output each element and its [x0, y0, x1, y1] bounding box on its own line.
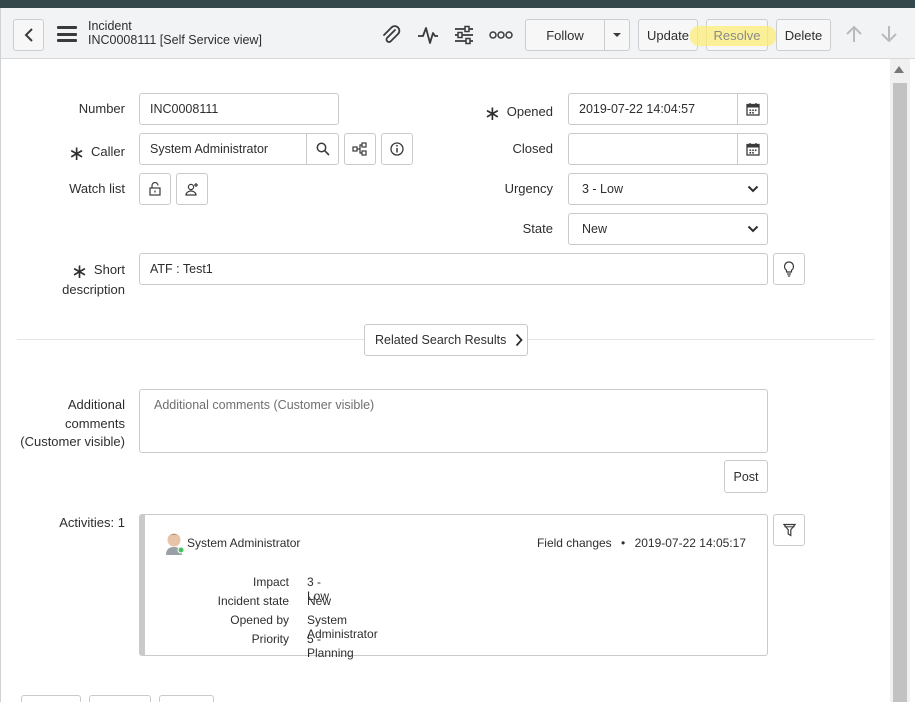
additional-comments-label: Additional comments (Customer visible) — [11, 396, 125, 452]
additional-comments-textarea[interactable]: Additional comments (Customer visible) — [139, 389, 768, 453]
activity-field-value: 5 - Planning — [307, 632, 354, 660]
vertical-scrollbar[interactable] — [890, 59, 910, 702]
chevron-down-icon — [747, 185, 759, 193]
activity-meta: Field changes • 2019-07-22 14:05:17 — [537, 536, 746, 550]
caller-label: ∗ Caller — [41, 141, 125, 166]
additional-comments-label-line1: Additional — [67, 397, 125, 412]
activity-entry: System Administrator Field changes • 201… — [139, 514, 768, 660]
hierarchy-icon — [352, 142, 367, 156]
caller-info-button[interactable] — [381, 133, 413, 165]
follow-button[interactable]: Follow — [525, 19, 605, 51]
activity-pulse-icon[interactable] — [416, 23, 440, 47]
related-search-results-button[interactable]: Related Search Results — [364, 324, 528, 356]
previous-record-arrow-icon[interactable] — [842, 22, 866, 46]
caller-label-text: Caller — [91, 144, 125, 159]
opened-label-text: Opened — [506, 104, 553, 119]
additional-comments-label-line3: (Customer visible) — [20, 434, 125, 449]
closed-field[interactable] — [568, 133, 738, 165]
caret-down-icon — [613, 33, 621, 37]
additional-comments-label-line2: comments — [65, 415, 125, 431]
next-record-arrow-icon[interactable] — [877, 22, 901, 46]
scrollbar-thumb[interactable] — [893, 83, 907, 702]
incident-form-frame: Incident INC0008111 [Self Service view] — [0, 8, 915, 702]
add-me-watch-list-button[interactable] — [176, 173, 208, 205]
opened-calendar-button[interactable] — [737, 93, 768, 125]
urgency-selected-value: 3 - Low — [582, 182, 623, 196]
activity-field-key: Incident state — [217, 594, 289, 608]
suggestion-button[interactable] — [773, 253, 805, 285]
back-button[interactable] — [13, 19, 44, 51]
activity-timestamp: 2019-07-22 14:05:17 — [634, 536, 746, 550]
chevron-right-icon — [516, 333, 524, 347]
calendar-icon — [745, 143, 760, 156]
related-search-label: Related Search Results — [375, 333, 507, 347]
number-label: Number — [78, 101, 125, 116]
short-description-label-line2: description — [62, 282, 125, 297]
search-icon — [316, 142, 330, 156]
urgency-select[interactable]: 3 - Low — [568, 173, 768, 205]
urgency-label: Urgency — [504, 181, 553, 196]
paperclip-icon[interactable] — [379, 23, 403, 47]
unlock-icon — [149, 182, 161, 196]
state-label: State — [522, 221, 553, 236]
caller-field[interactable]: System Administrator — [139, 133, 307, 165]
info-icon — [390, 142, 404, 156]
avatar — [165, 531, 185, 555]
activity-user: System Administrator — [187, 536, 301, 550]
resolve-label: Resolve — [713, 27, 761, 43]
watch-list-lock-button[interactable] — [139, 173, 171, 205]
hamburger-menu-icon[interactable] — [57, 26, 77, 42]
resolve-button[interactable]: Resolve — [690, 19, 776, 51]
bottom-resolve-button[interactable] — [89, 695, 151, 702]
caller-lookup-button[interactable] — [306, 133, 339, 165]
chevron-left-icon — [24, 28, 33, 42]
form-title: Incident INC0008111 [Self Service view] — [88, 19, 262, 47]
closed-label: Closed — [512, 141, 553, 156]
form-header: Incident INC0008111 [Self Service view] — [1, 8, 915, 59]
activity-field-value: New — [307, 594, 332, 608]
required-asterisk-icon: ∗ — [483, 103, 501, 125]
number-field[interactable]: INC0008111 — [139, 93, 339, 125]
state-select[interactable]: New — [568, 213, 768, 245]
required-asterisk-icon: ∗ — [68, 143, 86, 165]
scroll-up-arrow-icon[interactable] — [894, 66, 904, 73]
activity-field-key: Priority — [251, 632, 289, 646]
state-selected-value: New — [582, 222, 608, 236]
watch-list-label: Watch list — [69, 181, 125, 196]
bottom-delete-button[interactable] — [159, 695, 214, 702]
required-asterisk-icon: ∗ — [71, 261, 88, 283]
update-button[interactable]: Update — [638, 19, 698, 51]
caller-hierarchy-button[interactable] — [344, 133, 376, 165]
chevron-down-icon — [747, 225, 759, 233]
follow-dropdown-button[interactable] — [604, 19, 630, 51]
short-description-label: ∗ Short description — [31, 261, 125, 299]
filter-icon — [782, 523, 796, 537]
more-options-icon[interactable] — [489, 23, 513, 47]
window-top-stripe — [0, 0, 915, 8]
record-subtitle: INC0008111 [Self Service view] — [88, 33, 262, 47]
page-title: Incident — [88, 19, 132, 33]
closed-calendar-button[interactable] — [737, 133, 768, 165]
calendar-icon — [745, 103, 760, 116]
short-description-field[interactable]: ATF : Test1 — [139, 253, 768, 285]
bottom-update-button[interactable] — [21, 695, 81, 702]
activity-type: Field changes — [536, 536, 612, 550]
opened-field[interactable]: 2019-07-22 14:04:57 — [568, 93, 738, 125]
activity-field-key: Impact — [252, 575, 289, 589]
activity-separator: • — [621, 536, 626, 550]
activities-label: Activities: 1 — [59, 515, 125, 530]
activity-filter-button[interactable] — [773, 514, 805, 546]
short-description-label-line1: Short — [93, 262, 125, 277]
post-button[interactable]: Post — [724, 460, 768, 493]
delete-button[interactable]: Delete — [776, 19, 831, 51]
lightbulb-icon — [783, 261, 795, 277]
opened-label: ∗ Opened — [461, 101, 553, 126]
activity-field-key: Opened by — [230, 613, 289, 627]
sliders-icon[interactable] — [452, 23, 476, 47]
add-user-icon — [185, 183, 198, 196]
